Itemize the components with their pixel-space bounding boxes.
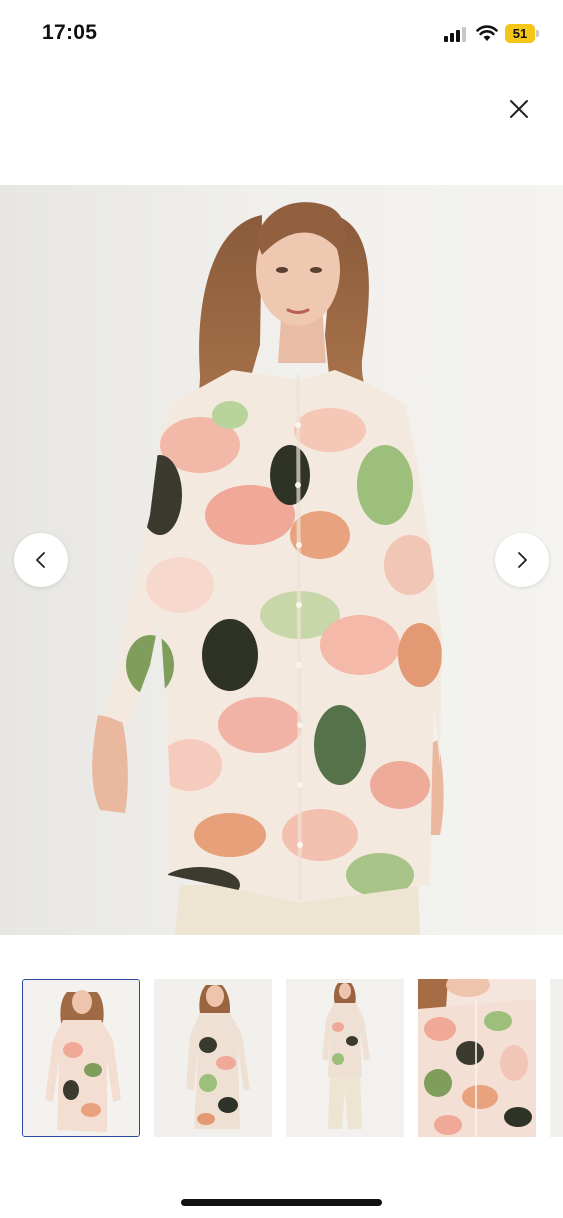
thumbnail-item[interactable] bbox=[22, 979, 140, 1137]
chevron-right-icon bbox=[518, 552, 527, 568]
next-image-button[interactable] bbox=[495, 533, 549, 587]
thumbnail-item[interactable] bbox=[286, 979, 404, 1137]
status-bar: 17:05 51 bbox=[0, 0, 563, 70]
previous-image-button[interactable] bbox=[14, 533, 68, 587]
thumbnail-strip[interactable] bbox=[0, 979, 563, 1139]
thumbnail-side-view bbox=[154, 979, 272, 1137]
thumbnail-detail-view bbox=[418, 979, 536, 1137]
wifi-icon bbox=[476, 24, 498, 42]
cellular-signal-icon bbox=[444, 26, 470, 42]
thumbnail-partial bbox=[550, 979, 563, 1137]
status-time: 17:05 bbox=[42, 21, 98, 44]
chevron-left-icon bbox=[36, 552, 45, 568]
battery-level: 51 bbox=[512, 26, 528, 41]
thumbnail-full-length-view bbox=[286, 979, 404, 1137]
thumbnail-item[interactable] bbox=[154, 979, 272, 1137]
close-button[interactable] bbox=[502, 92, 536, 126]
thumbnail-item[interactable] bbox=[550, 979, 563, 1137]
battery-icon: 51 bbox=[505, 24, 539, 43]
home-indicator[interactable] bbox=[181, 1199, 382, 1206]
thumbnail-item[interactable] bbox=[418, 979, 536, 1137]
main-product-image[interactable] bbox=[0, 185, 563, 935]
close-icon bbox=[510, 100, 528, 118]
model-floral-tunic-photo bbox=[0, 185, 563, 935]
thumbnail-front-view bbox=[23, 980, 139, 1136]
